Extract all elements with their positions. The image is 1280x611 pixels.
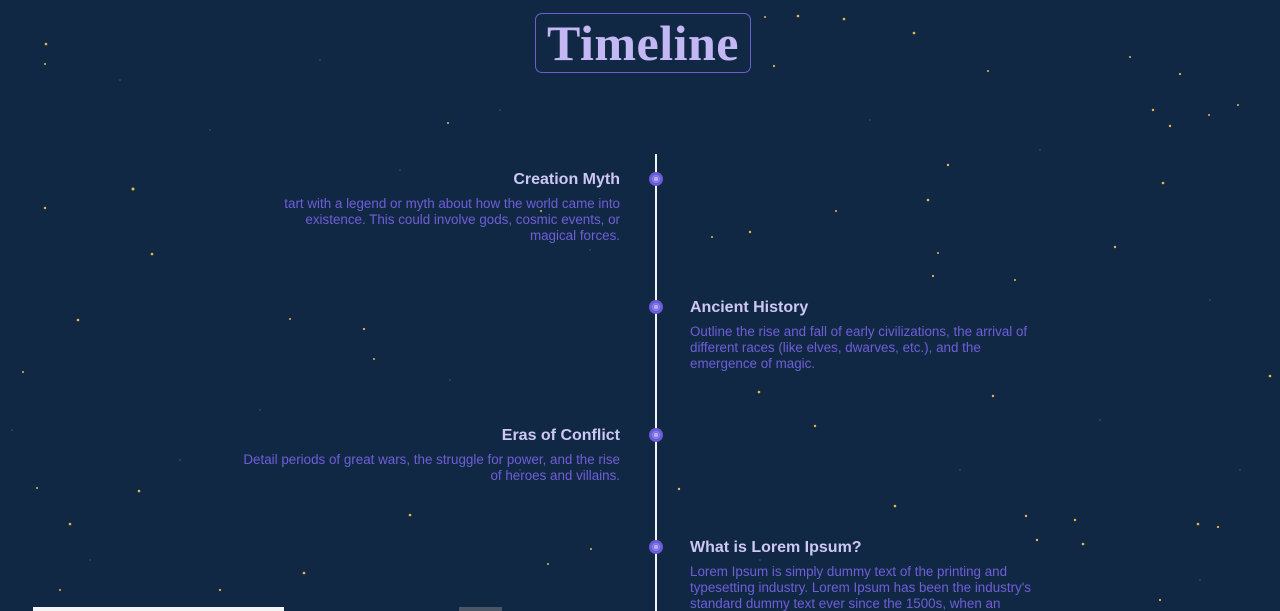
page-title: Timeline [547, 15, 739, 71]
event-description: tart with a legend or myth about how the… [284, 196, 620, 243]
timeline-marker-creation-myth [649, 172, 663, 186]
event-title: Ancient History [690, 299, 809, 316]
horizontal-scrollbar-thumb[interactable] [459, 607, 502, 611]
event-description: Lorem Ipsum is simply dummy text of the … [690, 564, 1031, 611]
event-title: Eras of Conflict [501, 427, 620, 444]
event-title: What is Lorem Ipsum? [690, 539, 862, 556]
timeline-event-creation-myth: Creation Myth tart with a legend or myth… [260, 170, 620, 244]
timeline-event-lorem-ipsum: What is Lorem Ipsum? Lorem Ipsum is simp… [690, 538, 1052, 611]
timeline-event-ancient-history: Ancient History Outline the rise and fal… [690, 298, 1050, 372]
timeline-page: Timeline Creation Myth tart with a legen… [0, 0, 1280, 611]
timeline-marker-ancient-history [649, 300, 663, 314]
event-description: Outline the rise and fall of early civil… [690, 324, 1028, 371]
starfield-background [11, 14, 1272, 602]
timeline-marker-eras-of-conflict [649, 428, 663, 442]
horizontal-scrollbar-track[interactable] [33, 607, 284, 611]
event-title: Creation Myth [513, 171, 620, 188]
page-title-box: Timeline [535, 13, 751, 73]
event-description: Detail periods of great wars, the strugg… [243, 452, 620, 483]
timeline-event-eras-of-conflict: Eras of Conflict Detail periods of great… [240, 426, 620, 484]
timeline-marker-lorem-ipsum [649, 540, 663, 554]
